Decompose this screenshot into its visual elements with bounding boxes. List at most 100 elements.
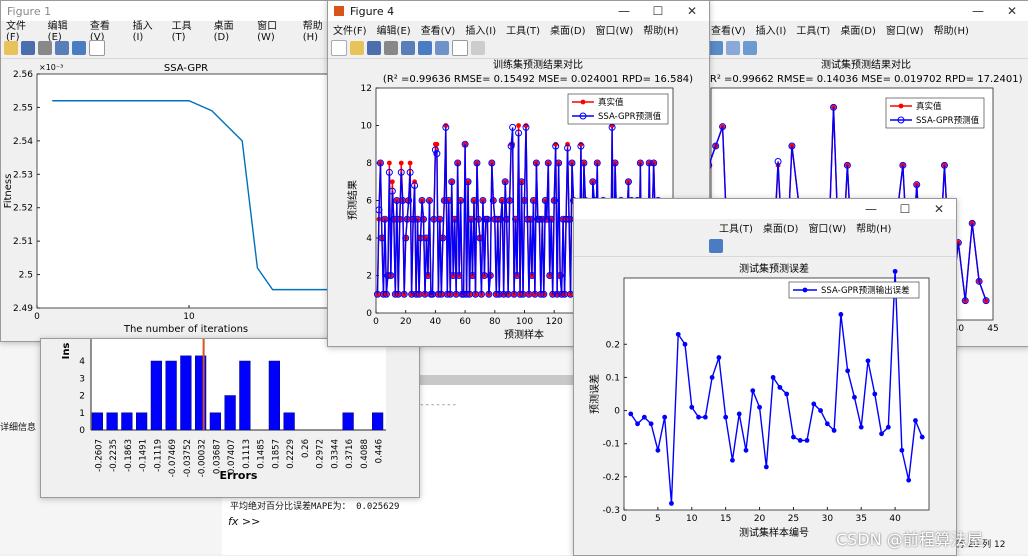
pointer-icon[interactable] bbox=[452, 40, 468, 56]
window-test-error[interactable]: — ☐ ✕ 工具(T) 桌面(D) 窗口(W) 帮助(H) 测试集预测误差 0 5 10 15… bbox=[573, 198, 957, 556]
error-point bbox=[885, 424, 891, 430]
x-axis-label: Errors bbox=[220, 469, 258, 482]
menu-item-6[interactable]: 窗口(W) bbox=[252, 17, 298, 43]
x-tick-label: 0.1485 bbox=[257, 439, 267, 469]
menu-item-2[interactable]: 查看(V) bbox=[85, 17, 128, 43]
error-point bbox=[635, 421, 640, 427]
watermark: CSDN @前程算法屋 bbox=[836, 530, 983, 549]
menu-item-3[interactable]: 插入(I) bbox=[128, 17, 167, 43]
error-point bbox=[655, 447, 661, 453]
menu-item-0[interactable]: 文件(F) bbox=[328, 22, 372, 37]
close-icon[interactable]: ✕ bbox=[922, 202, 956, 216]
plot-area bbox=[36, 73, 341, 309]
colorbar-icon[interactable] bbox=[418, 41, 432, 55]
menu-item-1[interactable]: 编辑(E) bbox=[43, 17, 85, 43]
x-tick-label: 10 bbox=[183, 312, 195, 322]
rotate-icon[interactable] bbox=[743, 41, 757, 55]
histogram-bar bbox=[342, 412, 354, 431]
y-tick-label: 2.53 bbox=[13, 170, 33, 180]
open-icon[interactable] bbox=[350, 41, 364, 55]
window-controls: — ✕ bbox=[961, 4, 1028, 18]
minimize-button[interactable]: — bbox=[961, 4, 995, 18]
menu-item-4[interactable]: 工具(T) bbox=[501, 22, 545, 37]
error-point bbox=[702, 414, 708, 420]
y-tick-label: 0.2 bbox=[606, 340, 620, 350]
menu-item-6[interactable]: 窗口(W) bbox=[591, 22, 639, 37]
menu-item-7[interactable]: 帮助(H) bbox=[638, 22, 683, 37]
menu-item-4[interactable]: 窗口(W) bbox=[881, 22, 929, 37]
menu-item-2[interactable]: 工具(T) bbox=[791, 22, 835, 37]
minimize-button[interactable]: — bbox=[854, 202, 888, 216]
menu-item-1[interactable]: 桌面(D) bbox=[758, 220, 804, 235]
menu-item-0[interactable]: 文件(F) bbox=[1, 17, 43, 43]
error-point bbox=[892, 268, 898, 274]
title-bar: — ✕ bbox=[706, 1, 1028, 21]
x-tick-label: 0.1113 bbox=[242, 439, 252, 469]
menu-item-3[interactable]: 插入(I) bbox=[460, 22, 501, 37]
property-editor-icon[interactable] bbox=[471, 41, 485, 55]
y-axis-label: Fitness bbox=[3, 174, 14, 209]
menu-item-2[interactable]: 窗口(W) bbox=[803, 220, 851, 235]
save-icon[interactable] bbox=[21, 41, 35, 55]
error-point bbox=[730, 457, 735, 463]
window-figure-1[interactable]: Figure 1 文件(F) 编辑(E) 查看(V) 插入(I) 工具(T) 桌面(D) 窗… bbox=[0, 0, 342, 342]
print-icon[interactable] bbox=[384, 41, 398, 55]
new-figure-icon[interactable] bbox=[331, 40, 347, 56]
menu-bar: 工具(T) 桌面(D) 窗口(W) 帮助(H) bbox=[574, 219, 956, 236]
menu-item-0[interactable]: 工具(T) bbox=[714, 220, 758, 235]
menu-item-4[interactable]: 工具(T) bbox=[167, 17, 209, 43]
x-tick-label: 0.4088 bbox=[360, 439, 370, 469]
x-tick-label: 100 bbox=[516, 317, 533, 327]
menu-item-5[interactable]: 帮助(H) bbox=[929, 22, 974, 37]
close-icon[interactable]: ✕ bbox=[995, 4, 1028, 18]
y-tick-label: 2.56 bbox=[13, 70, 33, 80]
maximize-button[interactable]: ☐ bbox=[641, 4, 675, 18]
layout-icon[interactable] bbox=[72, 41, 86, 55]
menu-item-1[interactable]: 插入(I) bbox=[751, 22, 792, 37]
link-icon[interactable] bbox=[55, 41, 69, 55]
y-tick-label: 6 bbox=[366, 197, 372, 207]
y-tick-label: 2 bbox=[79, 392, 85, 402]
x-tick-label: 0.2229 bbox=[286, 439, 296, 469]
link-icon[interactable] bbox=[401, 41, 415, 55]
toolbar bbox=[706, 38, 1028, 59]
menu-item-5[interactable]: 桌面(D) bbox=[209, 17, 253, 43]
close-icon[interactable]: ✕ bbox=[675, 4, 709, 18]
error-histogram: -0.2607 -0.2235 -0.1863 -0.1491 -0.1119 -0.07… bbox=[61, 339, 386, 482]
y-tick-label: 3 bbox=[79, 374, 85, 384]
window-histogram[interactable]: -0.2607 -0.2235 -0.1863 -0.1491 -0.1119 -0.07… bbox=[40, 338, 420, 498]
zoom-icon[interactable] bbox=[709, 41, 723, 55]
x-tick-label: 25 bbox=[788, 514, 799, 524]
colorbar-icon[interactable] bbox=[709, 239, 723, 253]
pan-icon[interactable] bbox=[726, 41, 740, 55]
title-bar: Figure 4 — ☐ ✕ bbox=[328, 1, 709, 21]
error-point bbox=[899, 447, 905, 453]
y-tick-label: 0.1 bbox=[606, 373, 620, 383]
menu-item-0[interactable]: 查看(V) bbox=[706, 22, 751, 37]
y-tick-label: 4 bbox=[366, 234, 372, 244]
open-icon[interactable] bbox=[4, 41, 18, 55]
menu-bar: 文件(F) 编辑(E) 查看(V) 插入(I) 工具(T) 桌面(D) 窗口(W) 帮助(H) bbox=[328, 21, 709, 38]
error-point bbox=[743, 447, 749, 453]
menu-item-1[interactable]: 编辑(E) bbox=[372, 22, 416, 37]
minimize-button[interactable]: — bbox=[607, 4, 641, 18]
print-icon[interactable] bbox=[38, 41, 52, 55]
error-point bbox=[797, 438, 803, 443]
console-mape-line: 平均绝对百分比误差MAPE为： 0.025629 bbox=[230, 502, 400, 512]
maximize-button[interactable]: ☐ bbox=[888, 202, 922, 216]
y-tick-label: -0.2 bbox=[602, 473, 620, 483]
error-point bbox=[858, 424, 864, 430]
menu-item-3[interactable]: 桌面(D) bbox=[835, 22, 881, 37]
pointer-icon[interactable] bbox=[89, 40, 105, 56]
y-tick-label: 0 bbox=[614, 407, 620, 417]
menu-item-5[interactable]: 桌面(D) bbox=[545, 22, 591, 37]
x-tick-label: -0.1863 bbox=[124, 439, 134, 472]
legend-icon[interactable] bbox=[435, 41, 449, 55]
menu-item-2[interactable]: 查看(V) bbox=[416, 22, 461, 37]
histogram-bar bbox=[91, 412, 103, 431]
menu-item-3[interactable]: 帮助(H) bbox=[851, 220, 896, 235]
save-icon[interactable] bbox=[367, 41, 381, 55]
console-prompt[interactable]: fx >> bbox=[228, 515, 260, 528]
error-point bbox=[811, 401, 817, 407]
y-tick-label: 0 bbox=[366, 309, 372, 319]
